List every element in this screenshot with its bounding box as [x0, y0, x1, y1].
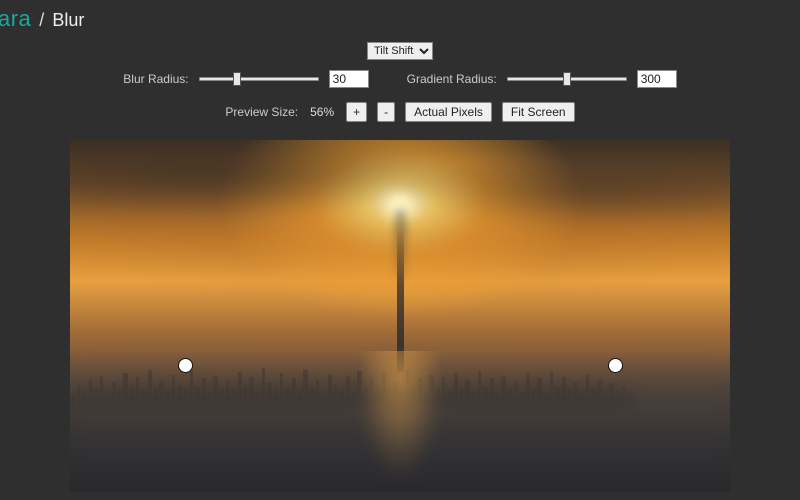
page-title: Blur: [52, 10, 84, 31]
breadcrumb-separator: /: [37, 10, 46, 31]
toolbar: Tilt Shift Blur Radius: Gradient Radius:…: [0, 42, 800, 122]
preview-size-label: Preview Size:: [225, 105, 298, 119]
logo-fragment: ara: [0, 6, 31, 32]
fit-screen-button[interactable]: Fit Screen: [502, 102, 575, 122]
actual-pixels-button[interactable]: Actual Pixels: [405, 102, 492, 122]
preview-canvas[interactable]: [70, 140, 730, 492]
tilt-shift-blur-bottom: [70, 344, 730, 492]
tilt-shift-handle-right[interactable]: [608, 358, 623, 373]
tilt-shift-handle-left[interactable]: [178, 358, 193, 373]
effect-select[interactable]: Tilt Shift: [367, 42, 433, 60]
zoom-out-button[interactable]: -: [377, 102, 395, 122]
blur-radius-slider[interactable]: [199, 72, 319, 86]
blur-radius-input[interactable]: [329, 70, 369, 88]
blur-radius-label: Blur Radius:: [123, 72, 188, 86]
preview-size-value: 56%: [308, 105, 336, 119]
header: ara / Blur: [0, 0, 800, 40]
gradient-radius-input[interactable]: [637, 70, 677, 88]
gradient-radius-slider[interactable]: [507, 72, 627, 86]
gradient-radius-label: Gradient Radius:: [407, 72, 497, 86]
zoom-in-button[interactable]: +: [346, 102, 367, 122]
tilt-shift-blur-top: [70, 140, 730, 288]
